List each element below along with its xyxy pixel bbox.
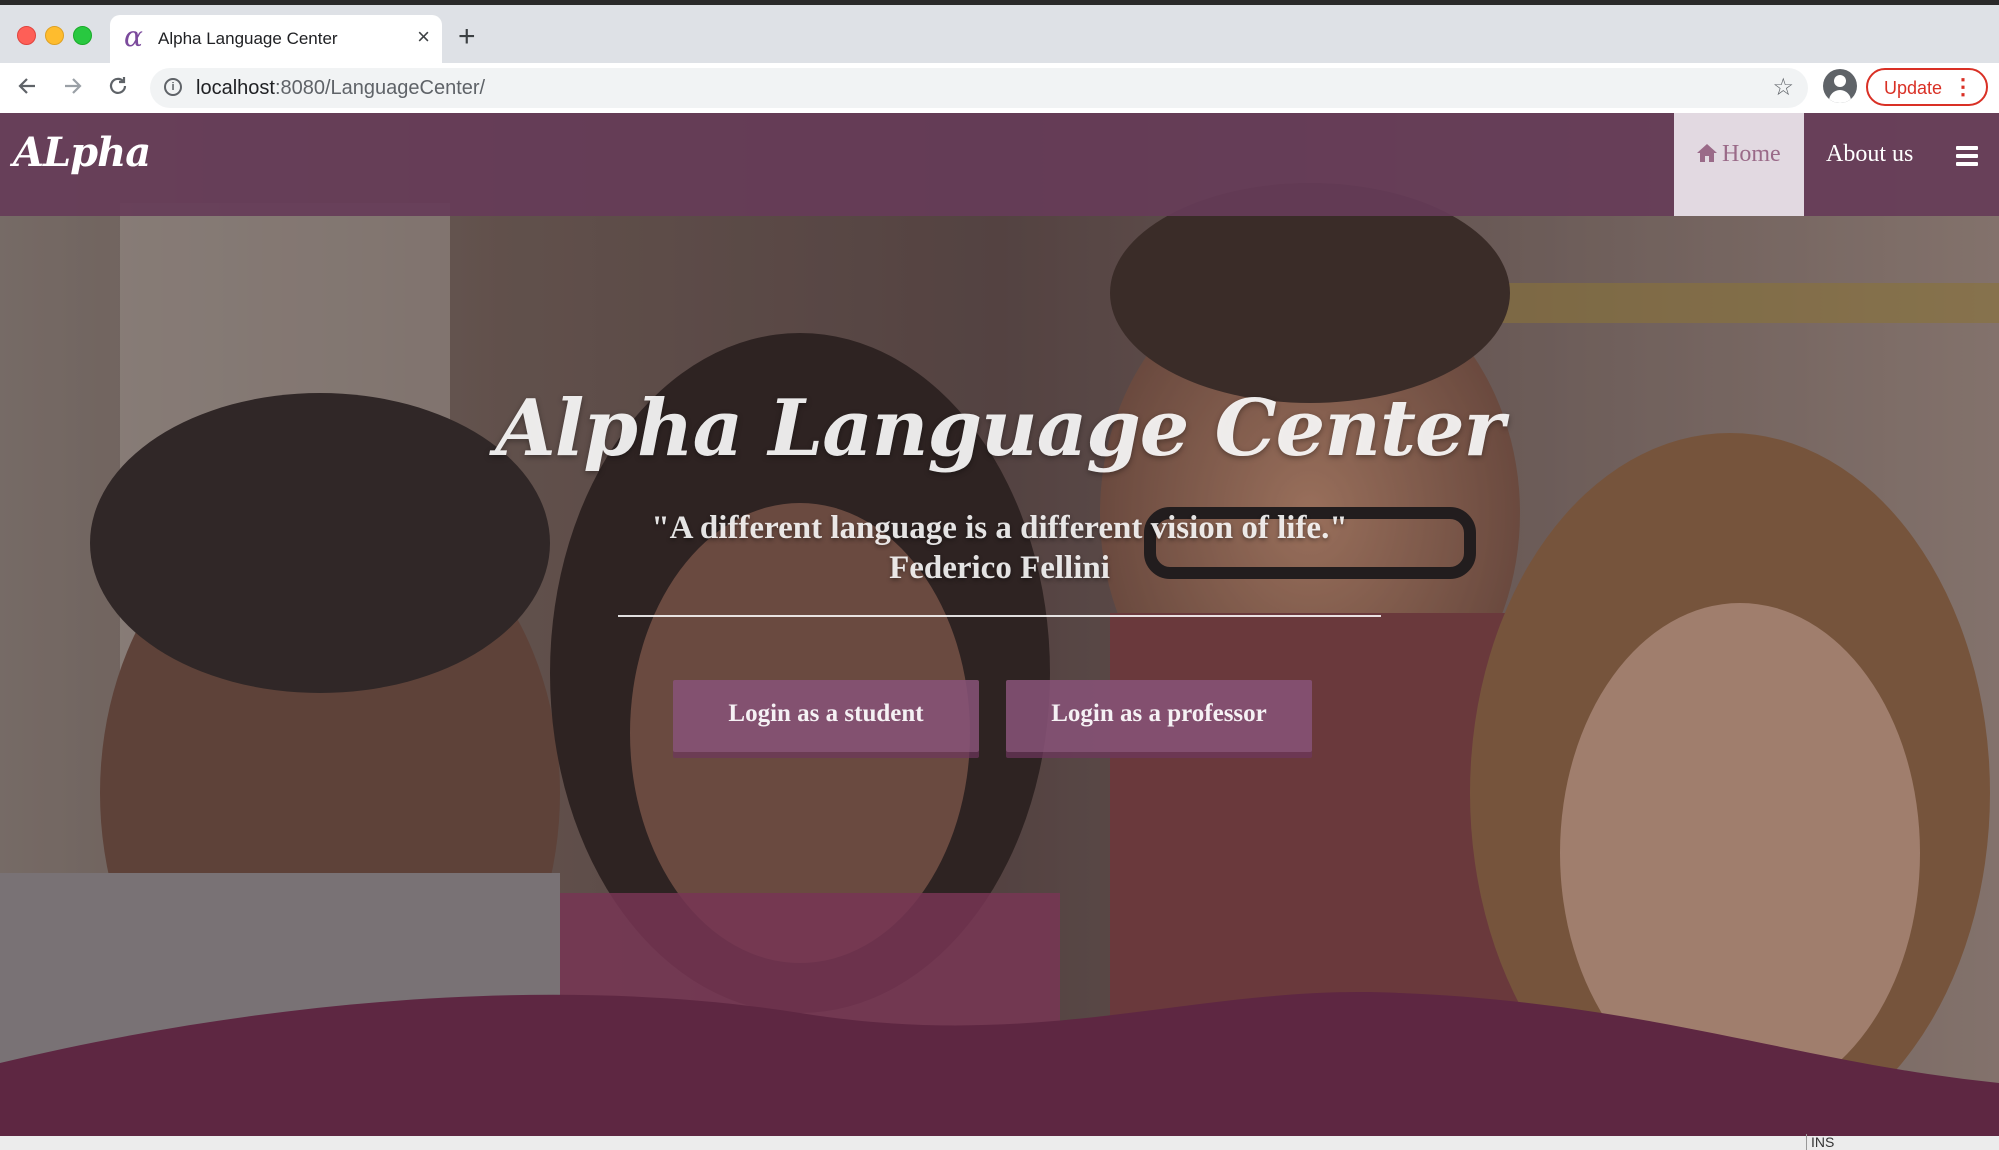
kebab-icon[interactable]: ⋮	[1952, 73, 1974, 101]
home-icon	[1697, 144, 1717, 162]
tab-close-icon[interactable]: ×	[417, 24, 430, 50]
maximize-window-button[interactable]	[73, 26, 92, 45]
alpha-favicon-icon: α	[124, 20, 143, 53]
nav-home-label: Home	[1722, 141, 1781, 167]
bottom-wave	[0, 992, 1999, 1136]
status-ins: INS	[1806, 1134, 1834, 1150]
hero-divider	[618, 615, 1381, 617]
new-tab-button[interactable]: +	[458, 22, 476, 52]
nav-home-content: Home	[1696, 141, 1781, 168]
site-logo[interactable]: ALpha	[13, 129, 151, 176]
status-bar: INS	[0, 1134, 1999, 1150]
nav-item-home[interactable]: Home	[1674, 113, 1804, 216]
login-professor-button[interactable]: Login as a professor	[1006, 680, 1312, 752]
forward-icon[interactable]	[62, 75, 84, 103]
login-student-button[interactable]: Login as a student	[673, 680, 979, 752]
reload-icon[interactable]	[107, 75, 129, 103]
browser-toolbar: i localhost:8080/LanguageCenter/ ☆ Updat…	[0, 63, 1999, 113]
profile-body	[1829, 90, 1851, 103]
hero-title: Alpha Language Center	[495, 383, 1504, 474]
nav-item-about[interactable]: About us	[1826, 141, 1913, 168]
tab-bar: α Alpha Language Center × +	[0, 5, 1999, 63]
close-window-button[interactable]	[17, 26, 36, 45]
quote-author: Federico Fellini	[889, 550, 1110, 586]
minimize-window-button[interactable]	[45, 26, 64, 45]
back-icon[interactable]	[16, 75, 38, 103]
profile-icon[interactable]	[1823, 69, 1857, 103]
browser-tab[interactable]: α Alpha Language Center ×	[110, 15, 442, 63]
hamburger-icon[interactable]	[1956, 146, 1978, 166]
login-student-label: Login as a student	[728, 700, 924, 727]
update-button[interactable]: Update ⋮	[1866, 68, 1988, 106]
tab-title: Alpha Language Center	[158, 29, 338, 48]
profile-head	[1834, 75, 1846, 87]
url-text[interactable]: localhost:8080/LanguageCenter/	[196, 77, 485, 100]
url-host: localhost	[196, 77, 275, 99]
address-bar[interactable]: i localhost:8080/LanguageCenter/ ☆	[150, 68, 1808, 108]
login-professor-label: Login as a professor	[1051, 700, 1267, 727]
quote-text: "A different language is a different vis…	[651, 510, 1348, 546]
update-label: Update	[1884, 78, 1943, 98]
hero-quote: "A different language is a different vis…	[0, 508, 1999, 588]
star-icon[interactable]: ☆	[1772, 74, 1794, 102]
info-icon[interactable]: i	[164, 78, 182, 96]
url-path: :8080/LanguageCenter/	[274, 77, 486, 99]
site-navbar: ALpha Home About us	[0, 113, 1999, 216]
page-viewport: ALpha Home About us Alpha Language Cente…	[0, 113, 1999, 1136]
